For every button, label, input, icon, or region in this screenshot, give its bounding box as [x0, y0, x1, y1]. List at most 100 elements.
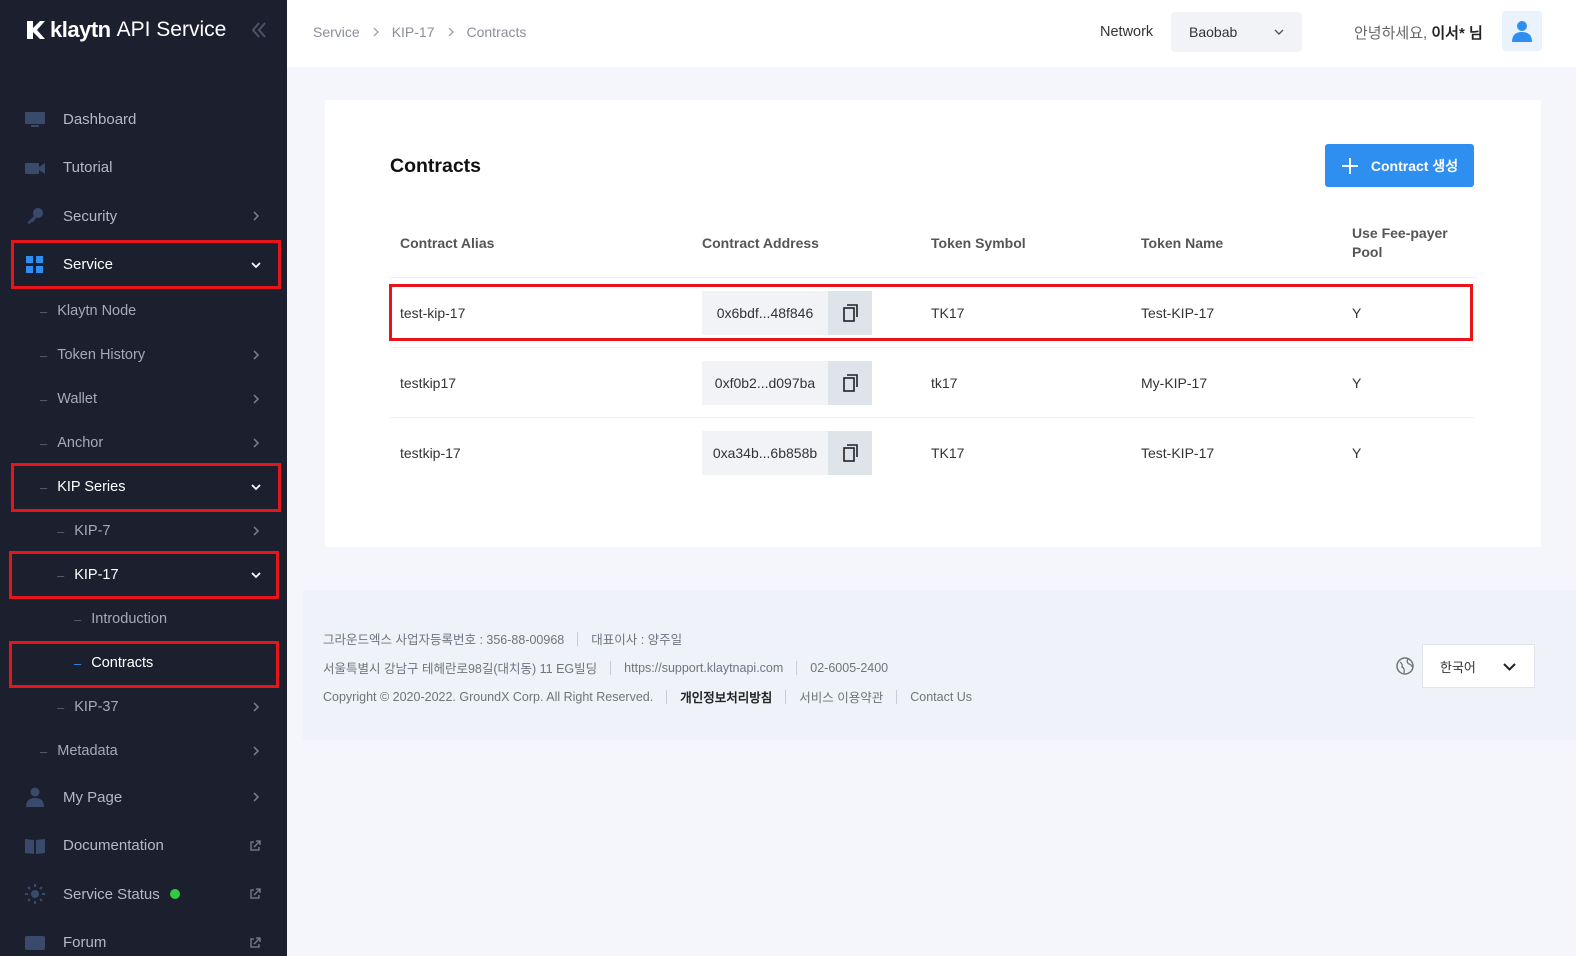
collapse-sidebar-icon[interactable] — [249, 20, 269, 40]
copy-address-button[interactable] — [828, 361, 872, 405]
network-select[interactable]: Baobab — [1171, 12, 1302, 52]
cell-address: 0xf0b2...d097ba — [702, 361, 828, 405]
user-icon — [24, 787, 46, 808]
footer-copyright: Copyright © 2020-2022. GroundX Corp. All… — [323, 689, 654, 704]
sidebar-item-label: KIP-7 — [74, 523, 111, 539]
address-field: 0xf0b2...d097ba — [702, 361, 872, 405]
chevron-right-icon — [253, 350, 260, 360]
sidebar-item-label: Tutorial — [63, 159, 113, 177]
copy-address-button[interactable] — [828, 431, 872, 475]
sidebar-item-token-history[interactable]: – Token History — [0, 333, 287, 377]
external-link-icon — [250, 937, 261, 948]
column-header-symbol: Token Symbol — [931, 235, 1026, 251]
breadcrumb-kip-17[interactable]: KIP-17 — [392, 24, 435, 40]
sidebar-item-label: Documentation — [63, 837, 164, 855]
chevron-right-icon — [253, 394, 260, 404]
sidebar-item-introduction[interactable]: – Introduction — [0, 597, 287, 641]
chat-icon — [24, 934, 46, 952]
chevron-right-icon — [253, 792, 260, 802]
sidebar-item-kip-series[interactable]: – KIP Series — [0, 465, 287, 509]
sidebar-item-contracts[interactable]: – Contracts — [0, 641, 287, 685]
greeting-text: 안녕하세요, — [1354, 25, 1428, 42]
address-field: 0xa34b...6b858b — [702, 431, 872, 475]
key-icon — [24, 207, 46, 225]
footer-divider — [610, 660, 612, 675]
sidebar-item-kip-37[interactable]: – KIP-37 — [0, 685, 287, 729]
footer-support-link[interactable]: https://support.klaytnapi.com — [624, 661, 783, 675]
book-icon — [24, 837, 46, 855]
footer-contact-link[interactable]: Contact Us — [910, 690, 972, 704]
brand-name: klaytn — [50, 17, 111, 42]
cell-symbol: TK17 — [931, 305, 965, 321]
dash-icon: – — [57, 699, 65, 715]
chevron-right-icon — [253, 211, 260, 221]
external-link-icon — [250, 888, 261, 899]
sidebar-item-label: Wallet — [57, 391, 97, 407]
dash-icon: – — [74, 611, 82, 627]
sidebar-item-my-page[interactable]: My Page — [0, 773, 287, 822]
footer-divider — [896, 689, 898, 704]
sidebar-item-label: Service Status — [63, 885, 160, 903]
table-row[interactable]: testkip-17 0xa34b...6b858b TK17 Test-KIP… — [390, 418, 1474, 488]
chevron-right-icon — [373, 28, 379, 36]
sidebar-item-tutorial[interactable]: Tutorial — [0, 144, 287, 193]
sidebar-item-label: Token History — [57, 347, 146, 363]
language-select[interactable]: 한국어 — [1422, 644, 1535, 688]
dash-icon: – — [57, 523, 65, 539]
sidebar-item-documentation[interactable]: Documentation — [0, 822, 287, 871]
footer-divider — [785, 689, 787, 704]
sidebar-item-service[interactable]: Service — [0, 241, 287, 290]
sidebar-item-forum[interactable]: Forum — [0, 919, 287, 956]
sidebar-item-service-status[interactable]: Service Status — [0, 870, 287, 919]
chevron-down-icon — [1274, 29, 1284, 35]
video-camera-icon — [24, 159, 46, 177]
footer-privacy-link[interactable]: 개인정보처리방침 — [680, 687, 772, 706]
dash-icon: – — [40, 391, 48, 407]
sidebar-item-dashboard[interactable]: Dashboard — [0, 95, 287, 144]
cell-symbol: TK17 — [931, 445, 965, 461]
user-icon — [1512, 21, 1532, 42]
dash-icon: – — [74, 655, 82, 671]
column-header-fee-payer: Use Fee-payer Pool — [1352, 224, 1448, 262]
sidebar-item-anchor[interactable]: – Anchor — [0, 421, 287, 465]
cell-alias: test-kip-17 — [400, 305, 466, 321]
sidebar-item-kip-17[interactable]: – KIP-17 — [0, 553, 287, 597]
table-row[interactable]: testkip17 0xf0b2...d097ba tk17 My-KIP-17… — [390, 348, 1474, 418]
footer-divider — [666, 689, 668, 704]
column-header-alias: Contract Alias — [400, 235, 495, 251]
cell-alias: testkip17 — [400, 375, 457, 391]
avatar-button[interactable] — [1502, 11, 1542, 51]
create-contract-button[interactable]: Contract 생성 — [1325, 144, 1474, 187]
sidebar-item-klaytn-node[interactable]: – Klaytn Node — [0, 289, 287, 333]
sidebar-item-metadata[interactable]: – Metadata — [0, 729, 287, 773]
column-header-fee-payer-line2: Pool — [1352, 244, 1383, 260]
copy-address-button[interactable] — [828, 291, 872, 335]
language-value: 한국어 — [1440, 659, 1476, 675]
sidebar-item-label: Anchor — [57, 435, 104, 451]
footer-line-copyright: Copyright © 2020-2022. GroundX Corp. All… — [323, 687, 972, 706]
cell-token-name: My-KIP-17 — [1141, 375, 1208, 391]
globe-icon — [1396, 657, 1414, 675]
sidebar-item-label: Forum — [63, 934, 107, 952]
external-link-icon — [250, 840, 261, 851]
cell-alias: testkip-17 — [400, 445, 461, 461]
cell-symbol: tk17 — [931, 375, 958, 391]
chevron-right-icon — [448, 28, 454, 36]
dash-icon: – — [57, 567, 65, 583]
sidebar-item-security[interactable]: Security — [0, 192, 287, 241]
sidebar-item-kip-7[interactable]: – KIP-7 — [0, 509, 287, 553]
sidebar-item-wallet[interactable]: – Wallet — [0, 377, 287, 421]
brand-logo[interactable]: klaytn API Service — [0, 0, 287, 60]
sidebar-item-label: KIP Series — [57, 479, 126, 495]
table-row[interactable]: test-kip-17 0x6bdf...48f846 TK17 Test-KI… — [390, 278, 1474, 348]
sidebar-item-label: Klaytn Node — [57, 303, 137, 319]
chevron-down-icon — [251, 484, 261, 491]
column-header-address: Contract Address — [702, 235, 819, 251]
sidebar-item-label: Service — [63, 256, 114, 274]
brand-sub: API Service — [116, 18, 227, 41]
footer-terms-link[interactable]: 서비스 이용약관 — [799, 687, 883, 706]
footer-phone: 02-6005-2400 — [810, 660, 889, 675]
sidebar-item-label: Dashboard — [63, 110, 137, 128]
network-label: Network — [1100, 24, 1154, 40]
breadcrumb-service[interactable]: Service — [313, 24, 360, 40]
